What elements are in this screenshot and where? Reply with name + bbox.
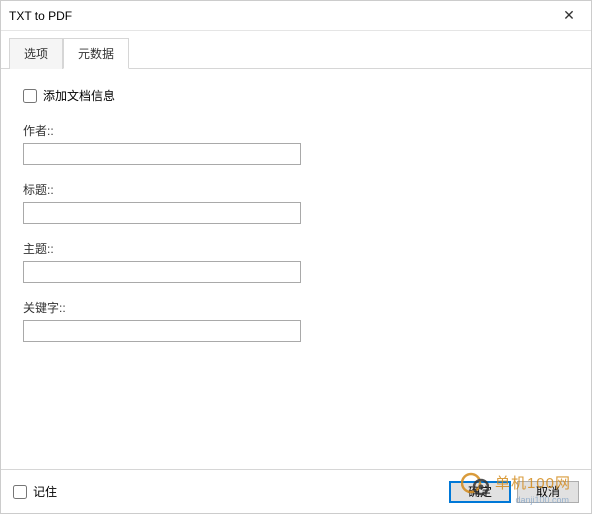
title-label: 标题:: xyxy=(23,181,569,198)
tab-label: 元数据 xyxy=(78,47,114,61)
tab-options[interactable]: 选项 xyxy=(9,38,63,69)
title-field: 标题:: xyxy=(23,181,569,224)
close-button[interactable]: ✕ xyxy=(547,1,591,31)
titlebar: TXT to PDF ✕ xyxy=(1,1,591,31)
subject-input[interactable] xyxy=(23,261,301,283)
window-title: TXT to PDF xyxy=(9,9,547,23)
remember-checkbox[interactable] xyxy=(13,485,27,499)
footer: 记住 确定 取消 单机100网 danji100.com xyxy=(1,469,591,513)
ok-label: 确定 xyxy=(468,485,492,499)
title-input[interactable] xyxy=(23,202,301,224)
subject-label: 主题:: xyxy=(23,240,569,257)
author-field: 作者:: xyxy=(23,122,569,165)
footer-left: 记住 xyxy=(13,483,449,500)
author-label: 作者:: xyxy=(23,122,569,139)
cancel-label: 取消 xyxy=(536,485,560,499)
tab-label: 选项 xyxy=(24,47,48,61)
subject-field: 主题:: xyxy=(23,240,569,283)
remember-label: 记住 xyxy=(33,483,57,500)
tab-bar: 选项 元数据 xyxy=(1,31,591,69)
close-icon: ✕ xyxy=(563,7,575,24)
add-doc-info-row: 添加文档信息 xyxy=(23,87,569,104)
keywords-field: 关键字:: xyxy=(23,299,569,342)
tab-metadata[interactable]: 元数据 xyxy=(63,38,129,69)
cancel-button[interactable]: 取消 xyxy=(517,481,579,503)
ok-button[interactable]: 确定 xyxy=(449,481,511,503)
footer-buttons: 确定 取消 单机100网 danji100.com xyxy=(449,481,579,503)
author-input[interactable] xyxy=(23,143,301,165)
keywords-label: 关键字:: xyxy=(23,299,569,316)
dialog-window: TXT to PDF ✕ 选项 元数据 添加文档信息 作者:: 标题:: 主题:… xyxy=(0,0,592,514)
add-doc-info-checkbox[interactable] xyxy=(23,89,37,103)
add-doc-info-label: 添加文档信息 xyxy=(43,87,115,104)
keywords-input[interactable] xyxy=(23,320,301,342)
tab-content: 添加文档信息 作者:: 标题:: 主题:: 关键字:: xyxy=(1,69,591,469)
